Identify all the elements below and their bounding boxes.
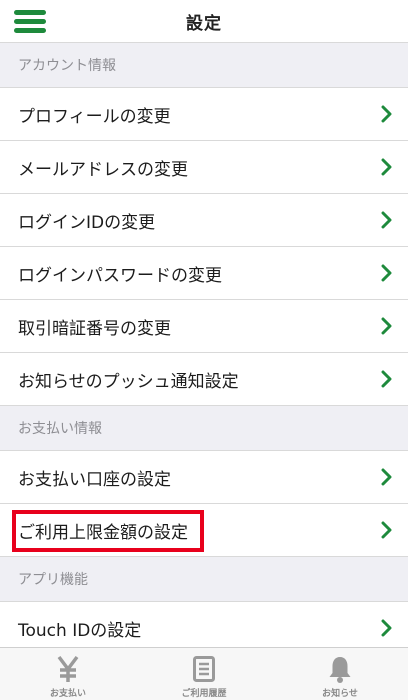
chevron-right-icon: [380, 264, 394, 282]
settings-row-profile[interactable]: プロフィールの変更: [0, 88, 408, 141]
navigation-header: 設定: [0, 0, 408, 43]
tab-usage-history[interactable]: ご利用履歴: [136, 648, 272, 700]
row-label: お知らせのプッシュ通知設定: [18, 371, 239, 392]
row-label: メールアドレスの変更: [18, 159, 188, 180]
settings-row-push-notification[interactable]: お知らせのプッシュ通知設定: [0, 353, 408, 406]
chevron-right-icon: [380, 521, 394, 539]
row-label: 取引暗証番号の変更: [18, 318, 171, 339]
bell-icon: [327, 654, 353, 684]
row-label: お支払い口座の設定: [18, 469, 171, 490]
section-header-payment: お支払い情報: [0, 406, 408, 451]
menu-bar: [14, 10, 46, 15]
tab-label: ご利用履歴: [181, 689, 227, 699]
settings-list: アカウント情報 プロフィールの変更 メールアドレスの変更 ログインIDの変更 ロ…: [0, 43, 408, 655]
chevron-right-icon: [380, 158, 394, 176]
tab-label: お支払い: [49, 689, 86, 699]
menu-bar: [14, 19, 46, 24]
settings-row-email[interactable]: メールアドレスの変更: [0, 141, 408, 194]
settings-row-usage-limit[interactable]: ご利用上限金額の設定: [0, 504, 408, 557]
tab-bar: お支払い ご利用履歴 お知らせ: [0, 647, 408, 700]
row-label: ログインパスワードの変更: [18, 265, 222, 286]
menu-bar: [14, 28, 46, 33]
settings-row-payment-account[interactable]: お支払い口座の設定: [0, 451, 408, 504]
section-header-account: アカウント情報: [0, 43, 408, 88]
chevron-right-icon: [380, 370, 394, 388]
settings-row-login-password[interactable]: ログインパスワードの変更: [0, 247, 408, 300]
chevron-right-icon: [380, 317, 394, 335]
settings-row-login-id[interactable]: ログインIDの変更: [0, 194, 408, 247]
chevron-right-icon: [380, 619, 394, 637]
hamburger-menu-icon[interactable]: [14, 6, 48, 36]
tab-payment[interactable]: お支払い: [0, 648, 136, 700]
section-header-app-features: アプリ機能: [0, 557, 408, 602]
row-label: プロフィールの変更: [18, 106, 171, 127]
chevron-right-icon: [380, 468, 394, 486]
row-label: ご利用上限金額の設定: [18, 522, 188, 543]
document-icon: [192, 654, 216, 684]
settings-row-transaction-pin[interactable]: 取引暗証番号の変更: [0, 300, 408, 353]
tab-notifications[interactable]: お知らせ: [272, 648, 408, 700]
chevron-right-icon: [380, 105, 394, 123]
chevron-right-icon: [380, 211, 394, 229]
yen-icon: [55, 654, 81, 684]
row-label: Touch IDの設定: [18, 620, 142, 641]
tab-label: お知らせ: [322, 689, 358, 699]
row-label: ログインIDの変更: [18, 212, 156, 233]
page-title: 設定: [186, 13, 222, 34]
